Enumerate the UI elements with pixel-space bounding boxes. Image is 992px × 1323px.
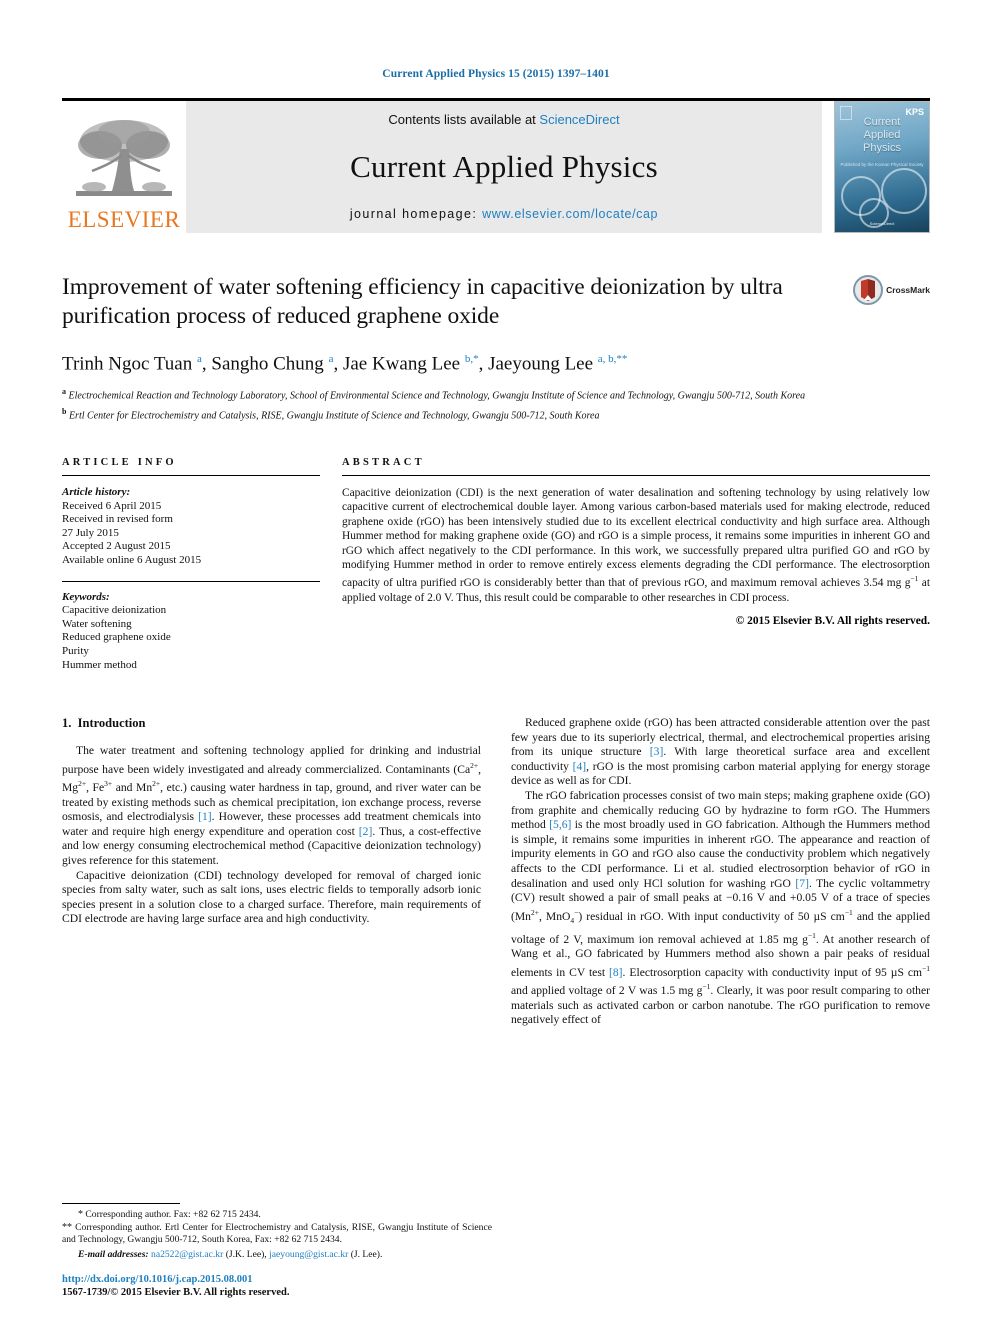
running-head: Current Applied Physics 15 (2015) 1397–1… [382,68,610,80]
footnote-corresponding-1: * Corresponding author. Fax: +82 62 715 … [62,1209,492,1221]
author-affil-marker: a [328,353,334,365]
article-history-label: Article history: [62,485,131,498]
info-abstract-section: ARTICLE INFO Article history: Received 6… [62,457,930,672]
footnote-marker: * [78,1209,83,1221]
cover-title-line1: Current [863,116,901,128]
citation-link[interactable]: [3] [650,745,664,758]
body-columns: 1. Introduction The water treatment and … [62,716,930,1028]
keywords-label: Keywords: [62,590,110,603]
email-link-1[interactable]: na2522@gist.ac.kr [151,1249,223,1260]
keywords-divider [62,580,320,582]
abstract-rule [342,474,930,476]
sciencedirect-link[interactable]: ScienceDirect [539,112,619,127]
history-item: Received 6 April 2015 [62,499,162,512]
citation-link[interactable]: [1] [198,810,212,823]
abstract-heading: ABSTRACT [342,456,425,468]
section-number: 1. [62,716,72,731]
affiliation-a: a Electrochemical Reaction and Technolog… [62,385,930,403]
keyword-item: Water softening [62,617,132,630]
keywords-block: Keywords: Capacitive deionization Water … [62,591,320,673]
keyword-item: Capacitive deionization [62,604,167,617]
journal-homepage-line: journal homepage: www.elsevier.com/locat… [350,207,658,221]
keyword-item: Purity [62,644,89,657]
footnote-rule [62,1203,180,1205]
footnote-text: Corresponding author. Ertl Center for El… [62,1221,492,1246]
elsevier-logo: ELSEVIER [62,101,186,233]
email-owner-2: (J. Lee). [350,1248,383,1260]
paragraph: Capacitive deionization (CDI) technology… [62,868,481,926]
paragraph: The water treatment and softening techno… [62,744,481,867]
footnote-emails: E-mail addresses: na2522@gist.ac.kr (J.K… [62,1249,492,1261]
cover-subtitle: Published by the Korean Physical Society [840,162,924,167]
section-heading-introduction: 1. Introduction [62,716,481,731]
email-link-2[interactable]: jaeyoung@gist.ac.kr [269,1249,348,1260]
title-block: CrossMark Improvement of water softening… [62,273,930,423]
cover-footer: ScienceDirect [869,221,895,226]
journal-cover-thumbnail: KPS Current Applied Physics Published by… [834,101,930,233]
journal-title: Current Applied Physics [350,149,658,184]
author-list: Trinh Ngoc Tuan a, Sangho Chung a, Jae K… [62,353,628,375]
body-column-left: 1. Introduction The water treatment and … [62,716,481,1028]
paragraph: Reduced graphene oxide (rGO) has been at… [511,716,931,788]
affiliation-a-text: Electrochemical Reaction and Technology … [68,390,806,402]
issn-copyright: 1567-1739/© 2015 Elsevier B.V. All right… [62,1287,290,1298]
journal-homepage-link[interactable]: www.elsevier.com/locate/cap [482,207,658,221]
author-affil-marker: a [196,353,202,365]
journal-masthead: ELSEVIER Contents lists available at Sci… [62,98,930,233]
keyword-item: Hummer method [62,658,137,671]
author-affil-marker: b,* [464,353,479,365]
footnote-corresponding-2: ** Corresponding author. Ertl Center for… [62,1222,492,1247]
abstract-column: ABSTRACT Capacitive deionization (CDI) i… [342,457,930,672]
crossmark-icon [853,275,884,305]
citation-link[interactable]: [5,6] [549,818,571,831]
keyword-item: Reduced graphene oxide [62,631,171,644]
article-info-rule [62,474,320,476]
affiliation-marker-b: b [62,407,67,417]
article-page: Current Applied Physics 15 (2015) 1397–1… [0,0,992,1323]
abstract-text: Capacitive deionization (CDI) is the nex… [342,486,930,604]
body-column-right: Reduced graphene oxide (rGO) has been at… [511,716,930,1028]
footnote-block: * Corresponding author. Fax: +82 62 715 … [62,1203,492,1299]
article-info-column: ARTICLE INFO Article history: Received 6… [62,457,320,672]
history-item: Accepted 2 August 2015 [62,540,171,553]
page-title: Improvement of water softening efficienc… [62,274,783,329]
contents-prefix: Contents lists available at [388,112,540,127]
history-item: Available online 6 August 2015 [62,553,202,566]
history-item: Received in revised form [62,513,173,526]
abstract-copyright: © 2015 Elsevier B.V. All rights reserved… [735,615,930,628]
cover-title: Current Applied Physics [835,116,929,155]
crossmark-badge[interactable]: CrossMark [853,275,930,305]
footnote-text: Corresponding author. Fax: +82 62 715 24… [85,1209,261,1221]
citation-link[interactable]: [4] [573,760,587,773]
affiliation-b: b Ertl Center for Electrochemistry and C… [62,405,930,423]
doi-link[interactable]: http://dx.doi.org/10.1016/j.cap.2015.08.… [62,1273,492,1286]
article-info-heading: ARTICLE INFO [62,456,177,468]
elsevier-wordmark: ELSEVIER [67,207,181,232]
article-history-block: Article history: Received 6 April 2015 R… [62,486,320,568]
cover-title-line2: Applied [863,129,901,141]
email-owner-1: (J.K. Lee), [225,1248,267,1260]
section-title-text: Introduction [77,716,146,731]
masthead-center: Contents lists available at ScienceDirec… [186,101,822,233]
author-affil-marker: a, b,** [597,353,628,365]
citation-link[interactable]: [2] [359,825,373,838]
affiliation-b-text: Ertl Center for Electrochemistry and Cat… [68,410,600,422]
history-item: 27 July 2015 [62,526,119,539]
homepage-prefix: journal homepage: [349,207,483,221]
email-label: E-mail addresses: [78,1248,149,1260]
citation-link[interactable]: [8] [609,966,623,979]
paragraph: The rGO fabrication processes consist of… [511,789,931,1027]
crossmark-label: CrossMark [886,285,930,295]
contents-available-line: Contents lists available at ScienceDirec… [388,112,619,127]
citation-link[interactable]: [7] [795,877,809,890]
footnote-marker: ** [62,1221,72,1233]
elsevier-tree-icon [76,120,172,196]
affiliation-marker-a: a [62,387,66,397]
cover-title-line3: Physics [863,142,901,154]
